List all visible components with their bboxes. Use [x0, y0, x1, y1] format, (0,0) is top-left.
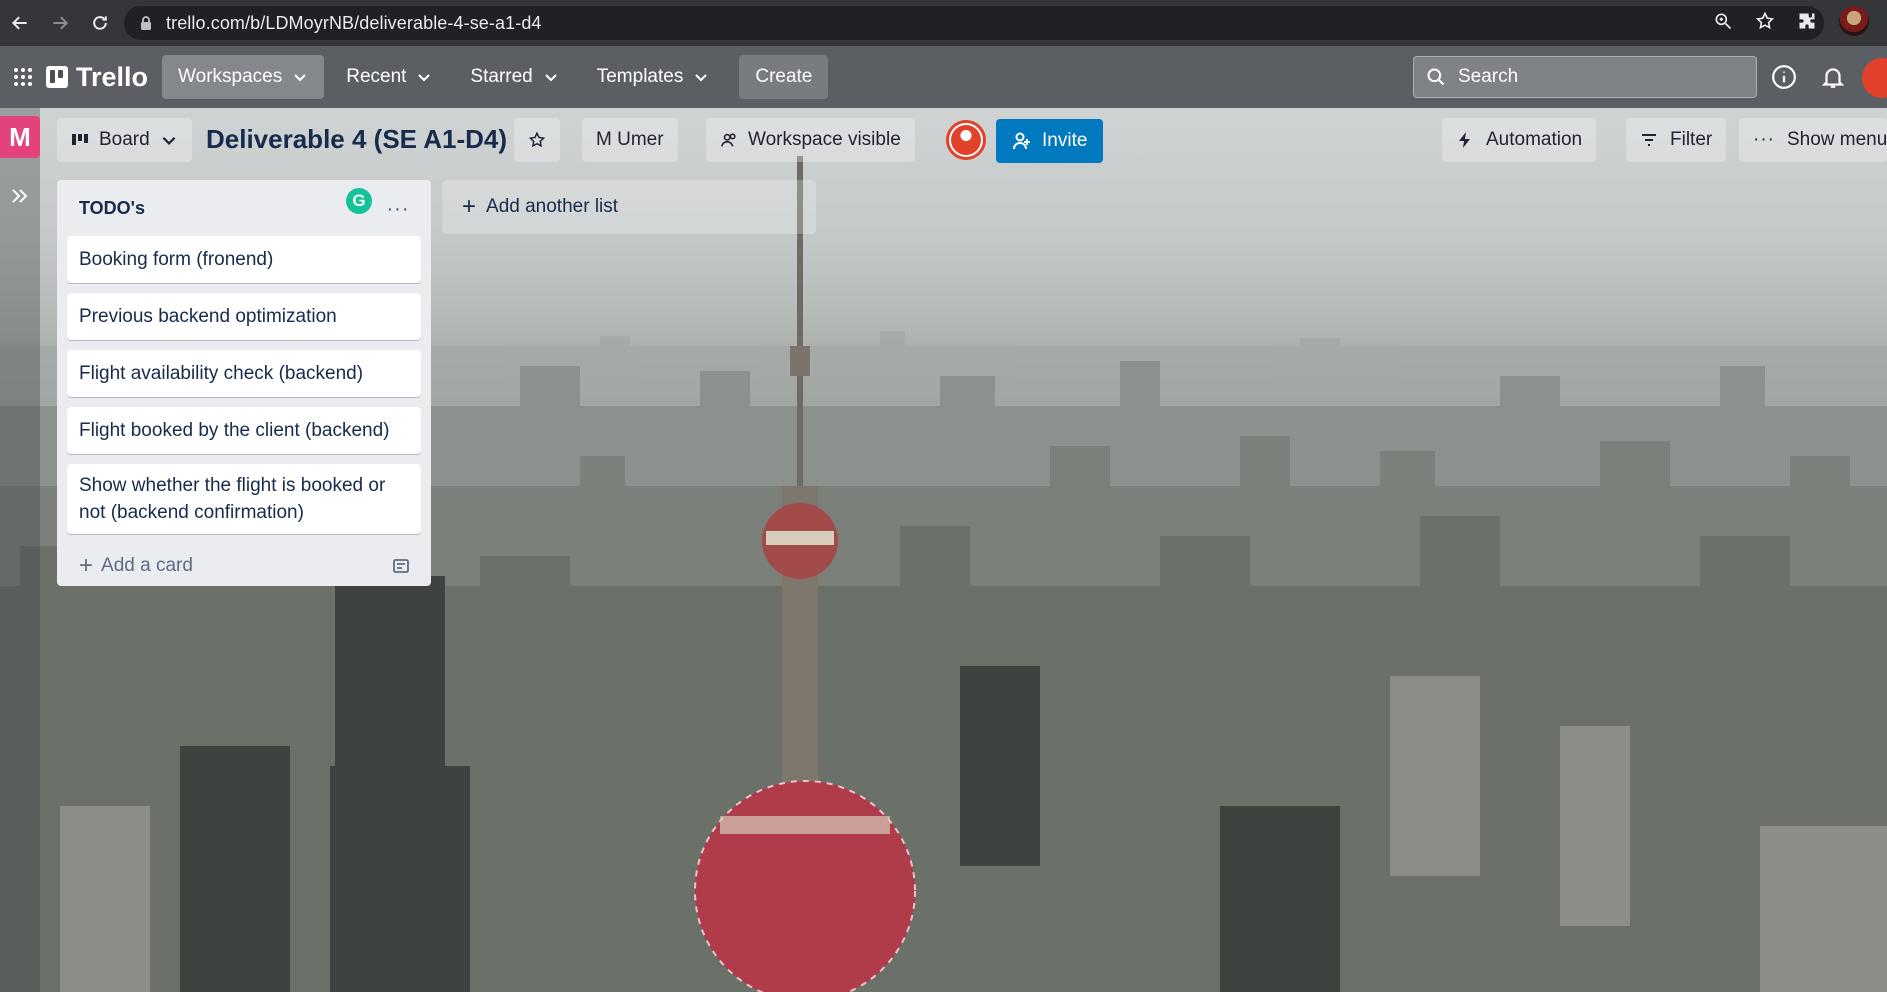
search-placeholder: Search [1458, 66, 1519, 87]
bookmark-star-icon[interactable] [1755, 11, 1775, 31]
profile-avatar[interactable] [1839, 6, 1869, 36]
list-menu-icon[interactable]: ··· [381, 192, 415, 226]
people-icon [721, 133, 736, 147]
filter-button[interactable]: Filter [1626, 118, 1727, 162]
nav-recent-label: Recent [346, 66, 407, 87]
board-view-label: Board [99, 129, 150, 150]
trello-header: Trello Workspaces Recent Starred Templat… [0, 46, 1887, 108]
plus-icon: + [79, 552, 94, 579]
chevron-down-icon [418, 74, 431, 82]
chevron-down-icon [545, 74, 557, 82]
card[interactable]: Previous backend optimization [67, 293, 421, 340]
member-avatar[interactable] [946, 120, 986, 160]
card-template-icon[interactable] [391, 556, 411, 576]
lightning-icon [1459, 132, 1470, 148]
card[interactable]: Show whether the flight is booked or not… [67, 464, 421, 534]
nav-recent[interactable]: Recent [330, 55, 448, 99]
forward-icon[interactable] [40, 0, 80, 46]
address-bar[interactable]: trello.com/b/LDMoyrNB/deliverable-4-se-a… [124, 6, 1824, 40]
list-header[interactable]: TODO's G ··· [67, 180, 421, 236]
visibility-button[interactable]: Workspace visible [706, 118, 915, 162]
invite-button[interactable]: Invite [996, 119, 1104, 163]
star-board-button[interactable] [514, 118, 560, 162]
create-button[interactable]: Create [739, 55, 829, 99]
list-todos: TODO's G ··· Booking form (fronend) Prev… [57, 180, 431, 586]
search-input[interactable]: Search [1413, 56, 1757, 98]
nav-templates[interactable]: Templates [581, 55, 726, 99]
nav-workspaces-label: Workspaces [178, 66, 283, 87]
card[interactable]: Flight booked by the client (backend) [67, 407, 421, 454]
add-list-button[interactable]: + Add another list [442, 180, 816, 234]
more-dots-icon: ··· [1753, 129, 1775, 150]
chevron-down-icon [695, 74, 708, 82]
search-icon [1427, 68, 1445, 86]
chevron-down-icon [162, 136, 176, 145]
show-menu-button[interactable]: ··· Show menu [1739, 118, 1887, 162]
board-title[interactable]: Deliverable 4 (SE A1-D4) [206, 124, 507, 155]
url-text: trello.com/b/LDMoyrNB/deliverable-4-se-a… [166, 12, 542, 33]
reload-icon[interactable] [80, 0, 120, 46]
lock-icon [141, 16, 151, 30]
trello-logo[interactable]: Trello [46, 62, 148, 93]
automation-button[interactable]: Automation [1442, 118, 1597, 162]
logo-text: Trello [76, 61, 149, 92]
add-card-button[interactable]: + Add a card [67, 544, 421, 588]
nav-starred[interactable]: Starred [454, 55, 574, 99]
board-view-switcher[interactable]: Board [57, 118, 192, 162]
plus-icon: + [462, 193, 477, 220]
list-title[interactable]: TODO's [79, 198, 145, 219]
automation-label: Automation [1486, 129, 1583, 150]
show-menu-label: Show menu [1786, 129, 1887, 150]
workspace-badge[interactable]: M [0, 116, 40, 158]
user-avatar[interactable] [1862, 58, 1887, 98]
bell-icon[interactable] [1820, 64, 1846, 90]
workspace-owner-button[interactable]: M Umer [582, 118, 678, 162]
add-user-icon [1013, 132, 1030, 150]
card[interactable]: Flight availability check (backend) [67, 350, 421, 397]
back-icon[interactable] [0, 0, 40, 46]
zoom-icon[interactable] [1713, 11, 1733, 31]
workspace-owner-label: M Umer [596, 129, 664, 150]
workspace-sidebar [0, 108, 40, 992]
add-list-label: Add another list [486, 196, 619, 217]
board-icon [72, 134, 88, 145]
expand-sidebar-icon[interactable] [8, 184, 32, 208]
filter-label: Filter [1670, 129, 1713, 150]
extensions-icon[interactable] [1797, 11, 1817, 31]
app-switcher-icon[interactable] [0, 46, 46, 108]
filter-icon [1642, 134, 1656, 146]
add-card-label: Add a card [101, 555, 193, 576]
star-icon [528, 131, 546, 148]
trello-logo-icon [46, 66, 68, 88]
nav-starred-label: Starred [470, 66, 533, 87]
grammarly-icon[interactable]: G [346, 188, 372, 214]
browser-toolbar: trello.com/b/LDMoyrNB/deliverable-4-se-a… [0, 0, 1887, 46]
info-icon[interactable] [1771, 64, 1797, 90]
chevron-down-icon [294, 74, 306, 82]
visibility-label: Workspace visible [748, 129, 901, 150]
card[interactable]: Booking form (fronend) [67, 236, 421, 283]
invite-label: Invite [1042, 130, 1088, 151]
nav-templates-label: Templates [596, 66, 684, 87]
nav-workspaces[interactable]: Workspaces [162, 55, 325, 99]
